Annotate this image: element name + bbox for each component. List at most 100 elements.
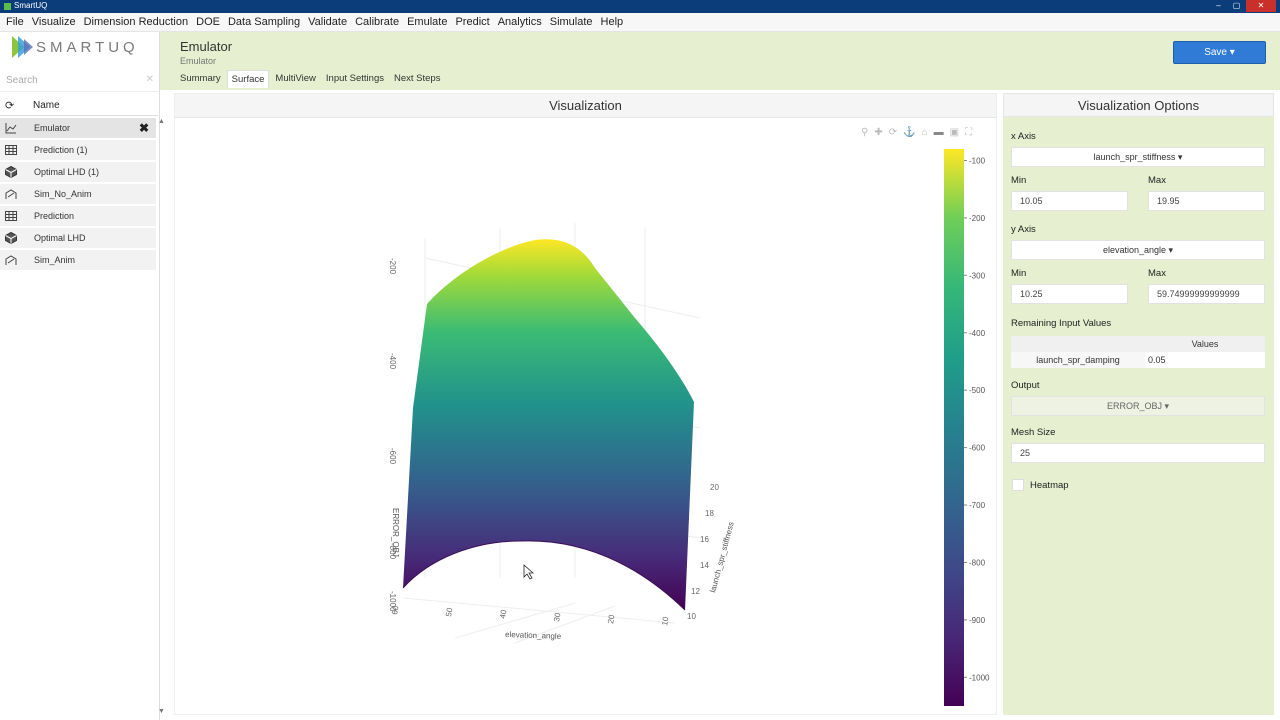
colorbar-tick-label: -300 bbox=[969, 271, 986, 280]
menu-calibrate[interactable]: Calibrate bbox=[355, 13, 399, 31]
logo-text: SMARTUQ bbox=[36, 39, 139, 56]
menu-predict[interactable]: Predict bbox=[455, 13, 489, 31]
save-button[interactable]: Save ▾ bbox=[1173, 41, 1266, 64]
input-value-cell[interactable]: 0.05 bbox=[1145, 352, 1265, 368]
x-min-input[interactable]: 10.05 bbox=[1011, 191, 1128, 211]
remaining-inputs-label: Remaining Input Values bbox=[1011, 318, 1112, 329]
mesh-size-label: Mesh Size bbox=[1011, 427, 1056, 438]
z-axis-label: ERROR_OBJ bbox=[391, 508, 400, 557]
x-tick-label: 20 bbox=[710, 483, 719, 492]
clear-search-icon[interactable]: ✕ bbox=[146, 74, 154, 85]
z-tick-label: -600 bbox=[388, 448, 397, 465]
z-tick-label: -400 bbox=[388, 353, 397, 370]
scroll-down-icon[interactable]: ▼ bbox=[158, 708, 165, 715]
tab-multiview[interactable]: MultiView bbox=[271, 70, 319, 88]
menu-dimension-reduction[interactable]: Dimension Reduction bbox=[84, 13, 189, 31]
menu-simulate[interactable]: Simulate bbox=[550, 13, 593, 31]
sidebar-search[interactable]: Search ✕ bbox=[0, 70, 158, 92]
cube-grid-icon bbox=[5, 231, 17, 245]
sidebar-item-prediction-1[interactable]: Prediction (1) bbox=[0, 140, 156, 161]
app-icon bbox=[4, 3, 11, 10]
logo-mark-icon bbox=[12, 36, 33, 58]
x-tick-label: 16 bbox=[700, 535, 709, 544]
sidebar-item-optimal-lhd[interactable]: Optimal LHD bbox=[0, 228, 156, 249]
mesh-size-input[interactable]: 25 bbox=[1011, 443, 1265, 463]
smartuq-logo: SMARTUQ bbox=[10, 34, 135, 63]
sidebar-item-label: Sim_Anim bbox=[34, 255, 76, 265]
sidebar-item-sim-anim[interactable]: Sim_Anim bbox=[0, 250, 156, 271]
colorbar-tick-label: -800 bbox=[969, 558, 986, 567]
x-axis-label: x Axis bbox=[1011, 131, 1036, 142]
scroll-up-icon[interactable]: ▲ bbox=[158, 118, 165, 125]
name-column-header[interactable]: Name bbox=[33, 100, 60, 111]
visualization-panel: Visualization ⚲ ✚ ⟳ ⚓ ⌂ ▬ ▣ ⛶ -1000 -800… bbox=[174, 93, 997, 715]
y-tick-label: 30 bbox=[552, 611, 563, 622]
sidebar-item-label: Emulator bbox=[34, 123, 71, 133]
colorbar bbox=[944, 149, 964, 706]
cube-grid-icon bbox=[5, 165, 17, 179]
sidebar-item-optimal-lhd-1[interactable]: Optimal LHD (1) bbox=[0, 162, 156, 183]
y-min-label: Min bbox=[1011, 268, 1027, 279]
menu-doe[interactable]: DOE bbox=[196, 13, 220, 31]
output-select[interactable]: ERROR_OBJ ▾ bbox=[1011, 396, 1265, 416]
simulation-icon bbox=[5, 188, 17, 200]
page-subtitle: Emulator bbox=[180, 56, 217, 66]
z-tick-label: -200 bbox=[388, 258, 397, 275]
search-input[interactable]: Search bbox=[6, 75, 38, 86]
visualization-options-panel: Visualization Options x Axis launch_spr_… bbox=[1003, 93, 1274, 715]
tab-surface[interactable]: Surface bbox=[226, 70, 270, 88]
chart-line-icon bbox=[5, 122, 17, 134]
y-tick-label: 20 bbox=[606, 613, 617, 624]
menu-help[interactable]: Help bbox=[601, 13, 624, 31]
menu-emulate[interactable]: Emulate bbox=[407, 13, 447, 31]
output-label: Output bbox=[1011, 380, 1040, 391]
surface-mesh bbox=[403, 239, 694, 611]
minimize-icon[interactable]: – bbox=[1210, 0, 1227, 12]
y-tick-label: 10 bbox=[660, 615, 671, 626]
menu-file[interactable]: File bbox=[6, 13, 24, 31]
x-tick-label: 18 bbox=[705, 509, 714, 518]
colorbar-tick-label: -400 bbox=[969, 329, 986, 338]
close-tab-icon[interactable]: ✖ bbox=[139, 121, 149, 135]
x-min-label: Min bbox=[1011, 175, 1027, 186]
surface-plot[interactable]: -1000 -800 -600 -400 -200 10 12 14 16 18 20 10 20 3… bbox=[175, 118, 998, 714]
colorbar-tick-label: -600 bbox=[969, 444, 986, 453]
options-title: Visualization Options bbox=[1003, 93, 1274, 117]
y-min-input[interactable]: 10.25 bbox=[1011, 284, 1128, 304]
sidebar-item-prediction[interactable]: Prediction bbox=[0, 206, 156, 227]
heatmap-label: Heatmap bbox=[1030, 480, 1069, 491]
y-max-label: Max bbox=[1148, 268, 1166, 279]
table-icon bbox=[5, 144, 17, 156]
tab-summary[interactable]: Summary bbox=[176, 70, 225, 88]
close-window-icon[interactable]: ✕ bbox=[1246, 0, 1276, 12]
x-tick-label: 10 bbox=[687, 612, 696, 621]
y-max-input[interactable]: 59.74999999999999 bbox=[1148, 284, 1265, 304]
input-name-cell: launch_spr_damping bbox=[1011, 352, 1145, 368]
mouse-cursor-icon bbox=[523, 564, 535, 580]
table-row: launch_spr_damping 0.05 bbox=[1011, 352, 1265, 368]
x-max-label: Max bbox=[1148, 175, 1166, 186]
colorbar-tick-label: -700 bbox=[969, 501, 986, 510]
tab-input-settings[interactable]: Input Settings bbox=[322, 70, 388, 88]
colorbar-tick-label: -900 bbox=[969, 616, 986, 625]
heatmap-checkbox[interactable] bbox=[1012, 479, 1024, 491]
maximize-icon[interactable]: ▢ bbox=[1228, 0, 1245, 12]
sidebar-item-label: Optimal LHD (1) bbox=[34, 167, 100, 177]
menu-visualize[interactable]: Visualize bbox=[32, 13, 76, 31]
menu-analytics[interactable]: Analytics bbox=[498, 13, 542, 31]
menu-bar: File Visualize Dimension Reduction DOE D… bbox=[0, 13, 1280, 32]
y-tick-label: 60 bbox=[390, 604, 401, 615]
x-max-input[interactable]: 19.95 bbox=[1148, 191, 1265, 211]
window-title: SmartUQ bbox=[14, 1, 48, 10]
sidebar-item-label: Prediction bbox=[34, 211, 75, 221]
sidebar-item-emulator[interactable]: Emulator ✖ bbox=[0, 118, 156, 139]
y-axis-select[interactable]: elevation_angle ▾ bbox=[1011, 240, 1265, 260]
menu-validate[interactable]: Validate bbox=[308, 13, 347, 31]
tab-next-steps[interactable]: Next Steps bbox=[390, 70, 444, 88]
refresh-icon[interactable]: ⟳ bbox=[5, 99, 14, 112]
simulation-icon bbox=[5, 254, 17, 266]
sidebar-item-label: Optimal LHD bbox=[34, 233, 86, 243]
menu-data-sampling[interactable]: Data Sampling bbox=[228, 13, 300, 31]
sidebar-item-sim-no-anim[interactable]: Sim_No_Anim bbox=[0, 184, 156, 205]
x-axis-select[interactable]: launch_spr_stiffness ▾ bbox=[1011, 147, 1265, 167]
